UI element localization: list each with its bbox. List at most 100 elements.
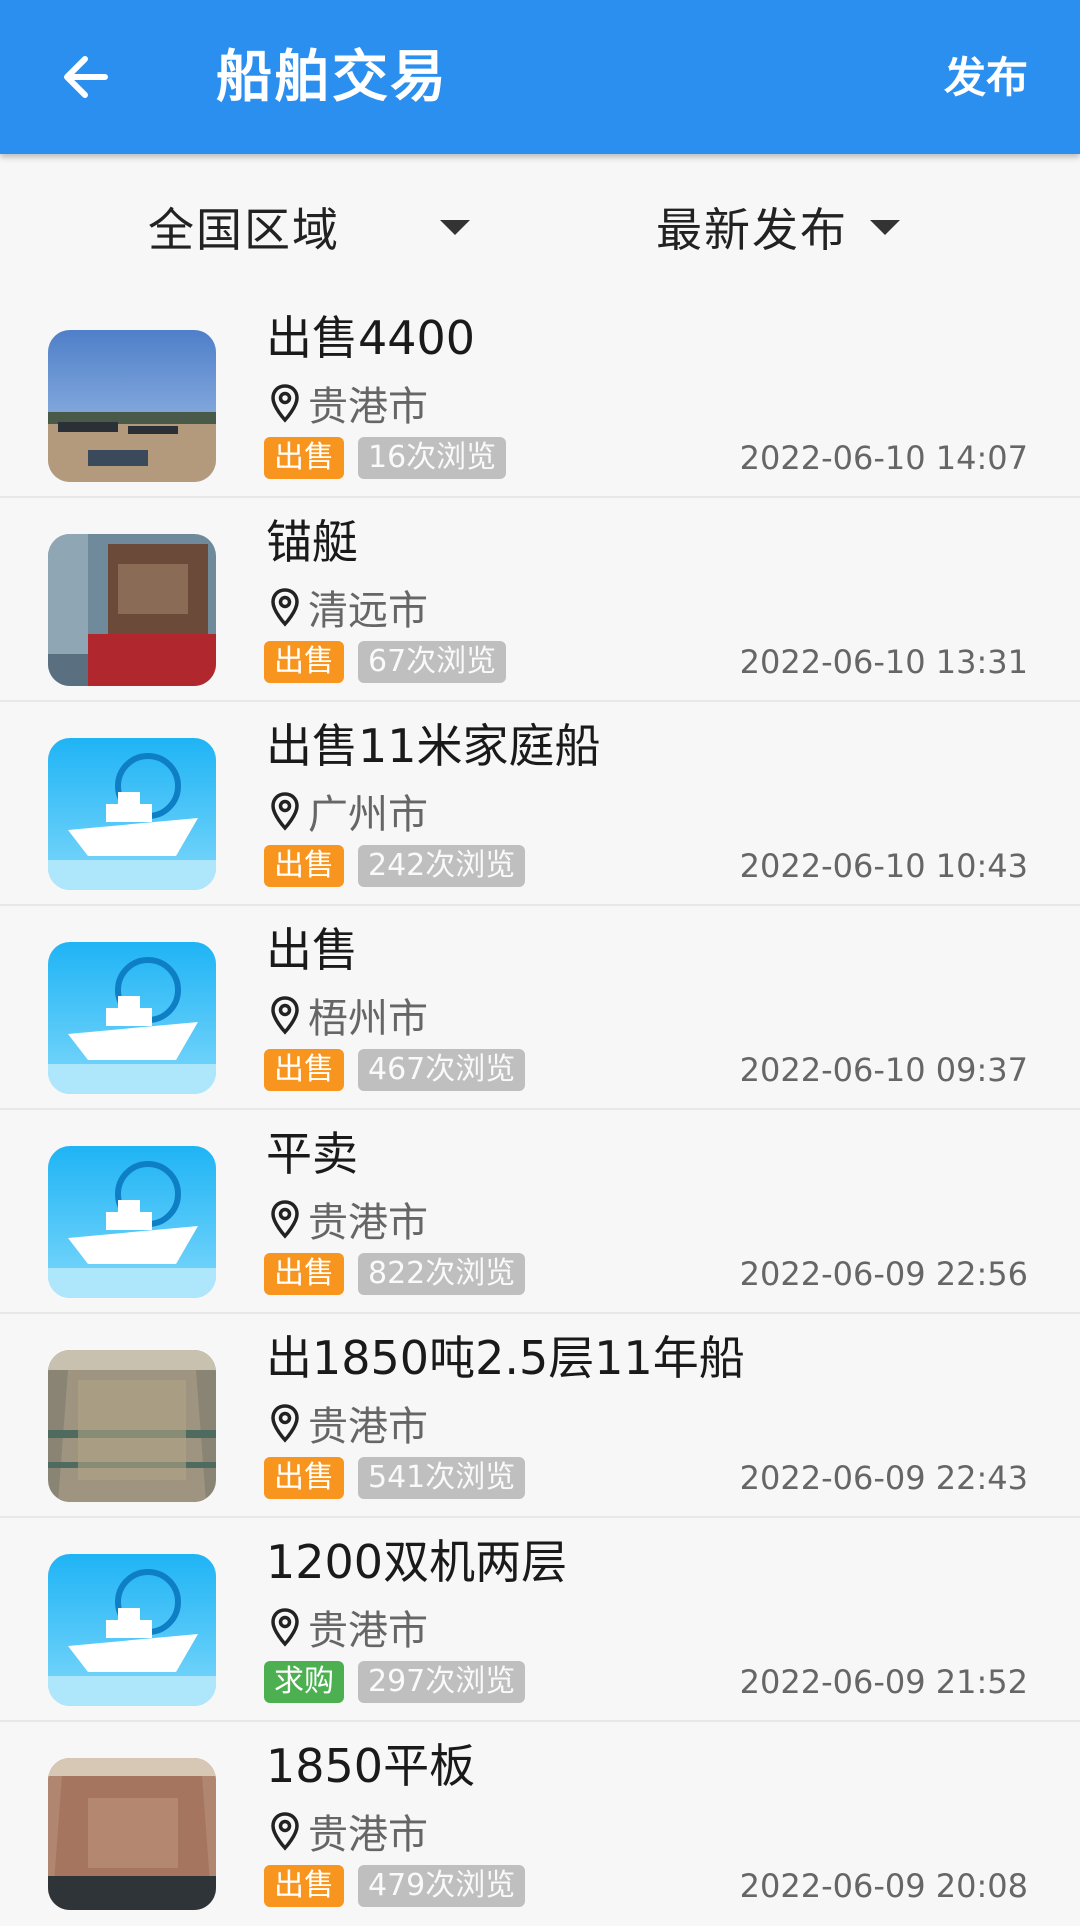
photo-deck-image (48, 1758, 216, 1910)
location-text: 贵港市 (308, 1200, 428, 1246)
listing-thumbnail (48, 330, 216, 482)
views-badge: 242次浏览 (358, 845, 526, 887)
publish-button[interactable]: 发布 (944, 48, 1028, 108)
type-badge: 出售 (264, 1049, 344, 1091)
listing-thumbnail (48, 942, 216, 1094)
listing-title: 出1850吨2.5层11年船 (266, 1331, 745, 1385)
photo-hold-image (48, 1350, 216, 1502)
listing-item[interactable]: 1850平板 贵港市 出售 479次浏览 2022-06-09 20:08 (0, 1722, 1080, 1926)
location-pin-icon (271, 588, 299, 627)
type-badge: 求购 (264, 1661, 344, 1703)
listing-location: 贵港市 (270, 378, 428, 430)
location-pin-icon (271, 1812, 299, 1851)
location-pin-icon (271, 792, 299, 831)
type-badge: 出售 (264, 1865, 344, 1907)
listing-title: 出售4400 (266, 311, 476, 365)
listing-title: 1200双机两层 (266, 1535, 568, 1589)
listing-time: 2022-06-09 20:08 (739, 1867, 1028, 1905)
type-badge: 出售 (264, 437, 344, 479)
listing-tags: 出售 242次浏览 (264, 844, 539, 888)
type-badge: 出售 (264, 1457, 344, 1499)
sort-filter-dropdown[interactable]: 最新发布 (656, 192, 900, 262)
views-badge: 16次浏览 (358, 437, 507, 479)
location-pin-icon (271, 1608, 299, 1647)
listing-tags: 求购 297次浏览 (264, 1660, 539, 1704)
listing-thumbnail (48, 1146, 216, 1298)
ship-placeholder-icon (48, 942, 216, 1094)
listing-time: 2022-06-09 22:56 (739, 1255, 1028, 1293)
listing-list: 出售4400 贵港市 出售 16次浏览 2022-06-10 14:07 锚艇 … (0, 294, 1080, 1926)
listing-location: 梧州市 (270, 990, 428, 1042)
location-text: 清远市 (308, 588, 428, 634)
sort-filter-label: 最新发布 (656, 203, 848, 257)
listing-thumbnail (48, 1758, 216, 1910)
filter-bar: 全国区域 最新发布 (0, 154, 1080, 294)
caret-down-icon (440, 219, 470, 235)
location-pin-icon (271, 1200, 299, 1239)
listing-title: 出售11米家庭船 (266, 719, 601, 773)
views-badge: 541次浏览 (358, 1457, 526, 1499)
listing-location: 贵港市 (270, 1806, 428, 1858)
views-badge: 297次浏览 (358, 1661, 526, 1703)
ship-placeholder-icon (48, 1554, 216, 1706)
listing-tags: 出售 822次浏览 (264, 1252, 539, 1296)
listing-thumbnail (48, 1554, 216, 1706)
photo-river-image (48, 330, 216, 482)
listing-time: 2022-06-09 21:52 (739, 1663, 1028, 1701)
caret-down-icon (870, 219, 900, 235)
listing-location: 贵港市 (270, 1398, 428, 1450)
location-pin-icon (271, 384, 299, 423)
listing-time: 2022-06-10 09:37 (739, 1051, 1028, 1089)
location-text: 贵港市 (308, 1608, 428, 1654)
listing-time: 2022-06-10 13:31 (739, 643, 1028, 681)
photo-engine-image (48, 534, 216, 686)
listing-item[interactable]: 平卖 贵港市 出售 822次浏览 2022-06-09 22:56 (0, 1110, 1080, 1314)
listing-thumbnail (48, 534, 216, 686)
listing-location: 贵港市 (270, 1602, 428, 1654)
listing-location: 广州市 (270, 786, 428, 838)
listing-title: 出售 (266, 923, 358, 977)
back-button[interactable] (50, 42, 120, 112)
location-text: 广州市 (308, 792, 428, 838)
listing-title: 1850平板 (266, 1739, 476, 1793)
type-badge: 出售 (264, 845, 344, 887)
views-badge: 67次浏览 (358, 641, 507, 683)
location-pin-icon (271, 996, 299, 1035)
listing-location: 贵港市 (270, 1194, 428, 1246)
listing-location: 清远市 (270, 582, 428, 634)
ship-placeholder-icon (48, 1146, 216, 1298)
listing-tags: 出售 467次浏览 (264, 1048, 539, 1092)
location-text: 贵港市 (308, 1404, 428, 1450)
listing-item[interactable]: 出售11米家庭船 广州市 出售 242次浏览 2022-06-10 10:43 (0, 702, 1080, 906)
listing-item[interactable]: 出售 梧州市 出售 467次浏览 2022-06-10 09:37 (0, 906, 1080, 1110)
type-badge: 出售 (264, 641, 344, 683)
listing-thumbnail (48, 738, 216, 890)
location-pin-icon (271, 1404, 299, 1443)
views-badge: 822次浏览 (358, 1253, 526, 1295)
views-badge: 479次浏览 (358, 1865, 526, 1907)
listing-time: 2022-06-09 22:43 (739, 1459, 1028, 1497)
region-filter-label: 全国区域 (148, 203, 340, 257)
page-title: 船舶交易 (216, 45, 448, 110)
listing-tags: 出售 67次浏览 (264, 640, 520, 684)
location-text: 梧州市 (308, 996, 428, 1042)
location-text: 贵港市 (308, 1812, 428, 1858)
type-badge: 出售 (264, 1253, 344, 1295)
listing-item[interactable]: 出1850吨2.5层11年船 贵港市 出售 541次浏览 2022-06-09 … (0, 1314, 1080, 1518)
listing-item[interactable]: 出售4400 贵港市 出售 16次浏览 2022-06-10 14:07 (0, 294, 1080, 498)
ship-placeholder-icon (48, 738, 216, 890)
listing-time: 2022-06-10 14:07 (739, 439, 1028, 477)
listing-tags: 出售 479次浏览 (264, 1864, 539, 1908)
location-text: 贵港市 (308, 384, 428, 430)
listing-time: 2022-06-10 10:43 (739, 847, 1028, 885)
listing-item[interactable]: 1200双机两层 贵港市 求购 297次浏览 2022-06-09 21:52 (0, 1518, 1080, 1722)
region-filter-dropdown[interactable]: 全国区域 (148, 192, 470, 262)
listing-title: 锚艇 (266, 515, 358, 569)
listing-thumbnail (48, 1350, 216, 1502)
listing-item[interactable]: 锚艇 清远市 出售 67次浏览 2022-06-10 13:31 (0, 498, 1080, 702)
listing-tags: 出售 16次浏览 (264, 436, 520, 480)
views-badge: 467次浏览 (358, 1049, 526, 1091)
app-bar: 船舶交易 发布 (0, 0, 1080, 154)
listing-title: 平卖 (266, 1127, 358, 1181)
arrow-left-icon (64, 56, 108, 98)
